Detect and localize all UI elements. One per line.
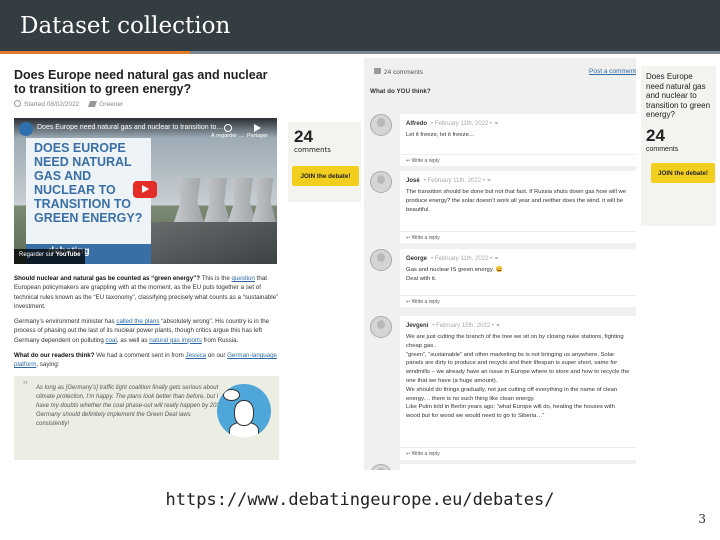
called-the-plans-link[interactable]: called the plans: [116, 318, 159, 325]
comments-panel: 24 comments Post a comment What do YOU t…: [364, 58, 636, 470]
reply-icon: ↩: [406, 299, 411, 305]
watch-later-button[interactable]: À regarder …: [211, 124, 244, 139]
write-reply-button[interactable]: ↩ Write a reply: [400, 447, 636, 459]
link-icon[interactable]: ⚭: [496, 323, 501, 329]
comments-header: 24 comments: [374, 68, 423, 76]
comment-date: • February 15th, 2022 • ⚭: [432, 323, 501, 329]
write-reply-button[interactable]: ↩ Write a reply: [400, 154, 636, 166]
post-comment-link[interactable]: Post a comment: [589, 68, 636, 75]
comment-text: Gas and nuclear IS green energy. 😀 Deal …: [406, 267, 503, 282]
slide-title: Dataset collection: [20, 13, 231, 39]
article-paragraph-3: What do our readers think? We had a comm…: [14, 352, 277, 369]
comment-text: We are just cutting the branch of the tr…: [406, 334, 630, 420]
write-reply-button[interactable]: ↩ Write a reply: [400, 231, 636, 243]
comments-icon: [374, 68, 381, 74]
article-paragraph-1: Should nuclear and natural gas be counte…: [14, 275, 279, 310]
article-paragraph-2: Germany’s environment minister has calle…: [14, 318, 270, 344]
video-title[interactable]: Does Europe need natural gas and nuclear…: [37, 124, 223, 131]
article: Does Europe need natural gas and nuclear…: [5, 58, 287, 470]
tag-icon: [88, 100, 98, 107]
comment-date: • February 11th, 2022 • ⚭: [431, 256, 499, 262]
tag-meta[interactable]: Greener: [88, 100, 123, 108]
header-rule: [0, 51, 720, 54]
comment-card: José • February 11th, 2022 • ⚭ The transi…: [400, 171, 636, 243]
comments-question: What do YOU think?: [370, 88, 431, 95]
comment-author[interactable]: George: [406, 256, 427, 262]
comment-author[interactable]: Alfredo: [406, 121, 427, 127]
play-button[interactable]: [133, 181, 157, 198]
website-screenshot: Does Europe need natural gas and nuclear…: [5, 58, 716, 470]
channel-avatar[interactable]: [19, 122, 33, 136]
quote-text: As long as [Germany’s] traffic light coa…: [36, 384, 225, 427]
user-avatar: [370, 316, 392, 338]
comment-card: George • February 11th, 2022 • ⚭ Gas and …: [400, 249, 636, 307]
share-icon: [254, 124, 262, 132]
comment-text: Let it freeze, let it freeze…: [406, 132, 475, 138]
comment-count-label: comments: [294, 146, 331, 154]
user-avatar: [370, 249, 392, 271]
comment-card: Jevgeni • February 15th, 2022 • ⚭ We are …: [400, 316, 636, 460]
sidebar-title: Does Europe need natural gas and nuclear…: [646, 72, 711, 119]
started-meta: Started 08/02/2022: [14, 100, 79, 108]
sidebar-join-debate-button[interactable]: JOIN the debate!: [651, 163, 715, 183]
video-player[interactable]: Does Europe need natural gas and nuclear…: [14, 118, 277, 264]
comment-author[interactable]: Jevgeni: [406, 323, 428, 329]
user-avatar: [370, 114, 392, 136]
clock-icon: [223, 124, 232, 132]
article-title: Does Europe need natural gas and nuclear…: [14, 68, 268, 96]
reader-quote: “ As long as [Germany’s] traffic light c…: [14, 375, 279, 460]
user-avatar: [370, 171, 392, 193]
sidebar-comment-count: 24: [646, 125, 665, 145]
question-link[interactable]: question: [232, 275, 255, 282]
comment-card: Alfredo • February 11th, 2022 • ⚭ Let it …: [400, 114, 636, 166]
gas-imports-link[interactable]: natural gas imports: [149, 337, 202, 344]
user-avatar: [370, 464, 392, 470]
page-number: 3: [698, 512, 706, 526]
reply-icon: ↩: [406, 235, 411, 241]
slide-header: Dataset collection: [0, 0, 720, 54]
jessica-link[interactable]: Jessica: [185, 352, 206, 359]
join-debate-button[interactable]: JOIN the debate!: [292, 166, 359, 186]
coal-link[interactable]: coal: [106, 337, 117, 344]
sidebar-debate-box: Does Europe need natural gas and nuclear…: [641, 66, 716, 226]
link-icon[interactable]: ⚭: [494, 256, 499, 262]
sidebar-comment-label: comments: [646, 145, 679, 153]
link-icon[interactable]: ⚭: [487, 178, 492, 184]
reply-icon: ↩: [406, 451, 411, 457]
link-icon[interactable]: ⚭: [494, 121, 499, 127]
comment-count: 24: [294, 127, 313, 146]
source-url: https://www.debatingeurope.eu/debates/: [165, 490, 555, 510]
reader-avatar: [217, 383, 271, 438]
comment-date: • February 11th, 2022 • ⚭: [431, 121, 499, 127]
share-button[interactable]: Partager: [247, 124, 268, 139]
comment-count-box: 24 comments: [288, 122, 361, 202]
comment-card: [400, 464, 636, 470]
clock-icon: [14, 100, 21, 107]
comment-author[interactable]: José: [406, 178, 420, 184]
write-reply-button[interactable]: ↩ Write a reply: [400, 295, 636, 307]
watch-on-youtube-button[interactable]: Regarder sur YouTube: [14, 249, 86, 264]
comment-date: • February 11th, 2022 • ⚭: [423, 178, 492, 184]
article-meta: Started 08/02/2022 Greener: [14, 100, 279, 108]
quote-icon: “: [23, 376, 28, 393]
reply-icon: ↩: [406, 158, 411, 164]
comment-text: The transition should be done but not th…: [406, 189, 627, 213]
